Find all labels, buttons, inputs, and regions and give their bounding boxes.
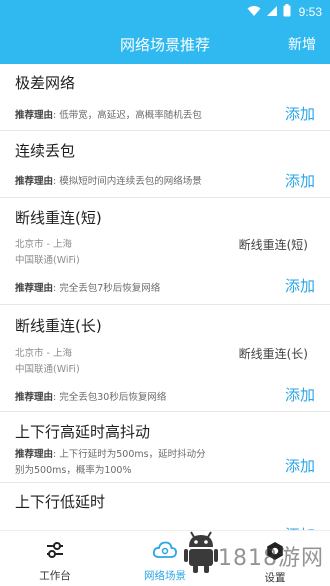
- reason-label: 推荐理由: [15, 449, 54, 460]
- status-icons: 9:53: [247, 4, 322, 20]
- add-scenario-button[interactable]: 添加: [285, 384, 315, 405]
- cloud-icon: [152, 541, 178, 563]
- scenario-carrier: 中国联通(WiFi): [15, 364, 80, 375]
- bottom-navigation: 工作台 网络场景 设置: [0, 530, 330, 586]
- scenario-title: 连续丢包: [15, 142, 76, 160]
- reason-label: 推荐理由: [15, 392, 54, 403]
- recommend-reason: 推荐理由: 完全丢包7秒后恢复网络: [15, 281, 160, 296]
- nav-label: 网络场景: [144, 570, 186, 582]
- recommend-reason-continued: 别为500ms，概率为100%: [15, 465, 132, 476]
- list-item: 断线重连(短) 北京市 - 上海 断线重连(短) 中国联通(WiFi) 推荐理由…: [0, 198, 330, 305]
- sliders-icon: [45, 541, 65, 563]
- status-time: 9:53: [298, 5, 322, 19]
- scenario-status: 断线重连(长): [238, 347, 308, 361]
- reason-label: 推荐理由: [15, 176, 54, 187]
- list-item: 连续丢包 推荐理由: 模拟短时间内连续丢包的网络场景 添加: [0, 131, 330, 198]
- scenario-title: 断线重连(长): [15, 317, 102, 335]
- status-bar: 9:53: [0, 0, 330, 24]
- reason-text-line1: : 上下行延时为500ms，延时抖动分: [53, 449, 206, 460]
- reason-text: : 完全丢包7秒后恢复网络: [53, 283, 161, 294]
- reason-label: 推荐理由: [15, 110, 54, 121]
- scenario-location: 北京市 - 上海: [15, 239, 72, 250]
- scenario-title: 极差网络: [15, 74, 76, 92]
- reason-text: : 低带宽，高延迟，高概率随机丢包: [53, 110, 202, 121]
- reason-text: : 模拟短时间内连续丢包的网络场景: [53, 176, 202, 187]
- scenario-title: 上下行高延时高抖动: [15, 423, 151, 441]
- signal-icon: [266, 5, 278, 20]
- page-title: 网络场景推荐: [119, 35, 210, 54]
- list-item: 断线重连(长) 北京市 - 上海 断线重连(长) 中国联通(WiFi) 推荐理由…: [0, 305, 330, 412]
- add-scenario-button[interactable]: 添加: [285, 103, 315, 124]
- battery-icon: [283, 4, 291, 20]
- recommend-reason: 推荐理由: 上下行延时为500ms，延时抖动分: [15, 447, 206, 462]
- add-new-button[interactable]: 新增: [288, 34, 316, 54]
- list-item: 上下行低延时 添加: [0, 483, 330, 530]
- nav-label: 设置: [264, 572, 286, 584]
- add-scenario-button[interactable]: 添加: [285, 455, 315, 476]
- nav-item-settings[interactable]: 设置: [220, 531, 330, 586]
- gear-icon: [265, 541, 285, 565]
- scenario-location: 北京市 - 上海: [15, 348, 72, 359]
- scenario-list[interactable]: 极差网络 推荐理由: 低带宽，高延迟，高概率随机丢包 添加 连续丢包 推荐理由:…: [0, 64, 330, 530]
- list-item: 上下行高延时高抖动 推荐理由: 上下行延时为500ms，延时抖动分 别为500m…: [0, 412, 330, 483]
- nav-label: 工作台: [39, 570, 71, 582]
- list-item: 极差网络 推荐理由: 低带宽，高延迟，高概率随机丢包 添加: [0, 64, 330, 131]
- scenario-status: 断线重连(短): [238, 238, 308, 252]
- wifi-icon: [247, 5, 261, 20]
- add-scenario-button[interactable]: 添加: [285, 275, 315, 296]
- nav-item-workbench[interactable]: 工作台: [0, 531, 110, 586]
- recommend-reason: 推荐理由: 完全丢包30秒后恢复网络: [15, 390, 166, 405]
- reason-label: 推荐理由: [15, 283, 54, 294]
- nav-item-network-scenes[interactable]: 网络场景: [110, 531, 220, 586]
- add-scenario-button[interactable]: 添加: [285, 170, 315, 191]
- scenario-carrier: 中国联通(WiFi): [15, 255, 80, 266]
- scenario-title: 断线重连(短): [15, 209, 102, 227]
- reason-text: : 完全丢包30秒后恢复网络: [53, 392, 167, 403]
- recommend-reason: 推荐理由: 低带宽，高延迟，高概率随机丢包: [15, 108, 202, 123]
- recommend-reason: 推荐理由: 模拟短时间内连续丢包的网络场景: [15, 174, 202, 189]
- scenario-title: 上下行低延时: [15, 493, 106, 511]
- app-header: 网络场景推荐 新增: [0, 24, 330, 64]
